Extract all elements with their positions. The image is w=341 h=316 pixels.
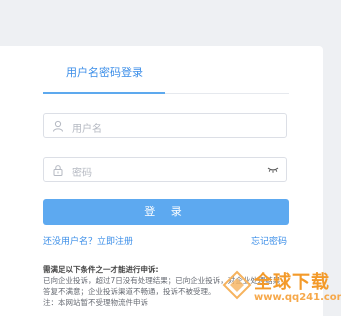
watermark-title: 全球下载 (254, 272, 330, 293)
watermark-url: www.qq241.com (254, 292, 341, 303)
forgot-password-link[interactable]: 忘记密码 (251, 234, 287, 247)
tab-divider (165, 93, 289, 94)
username-placeholder: 用户名 (72, 124, 102, 135)
username-field[interactable]: 用户名 (43, 113, 287, 138)
password-placeholder: 密码 (72, 168, 92, 179)
eye-closed-icon[interactable] (267, 166, 279, 174)
tab-username-password-login[interactable]: 用户名密码登录 (66, 64, 143, 80)
password-field[interactable]: 密码 (43, 157, 287, 182)
login-button[interactable]: 登 录 (43, 199, 289, 225)
site-watermark: 全球下载 www.qq241.com (218, 266, 341, 316)
lock-icon (53, 165, 63, 176)
watermark-logo-icon (222, 270, 252, 300)
register-link[interactable]: 还没用户名？立即注册 (43, 234, 133, 247)
active-tab-indicator (43, 92, 165, 94)
user-icon (53, 120, 63, 132)
